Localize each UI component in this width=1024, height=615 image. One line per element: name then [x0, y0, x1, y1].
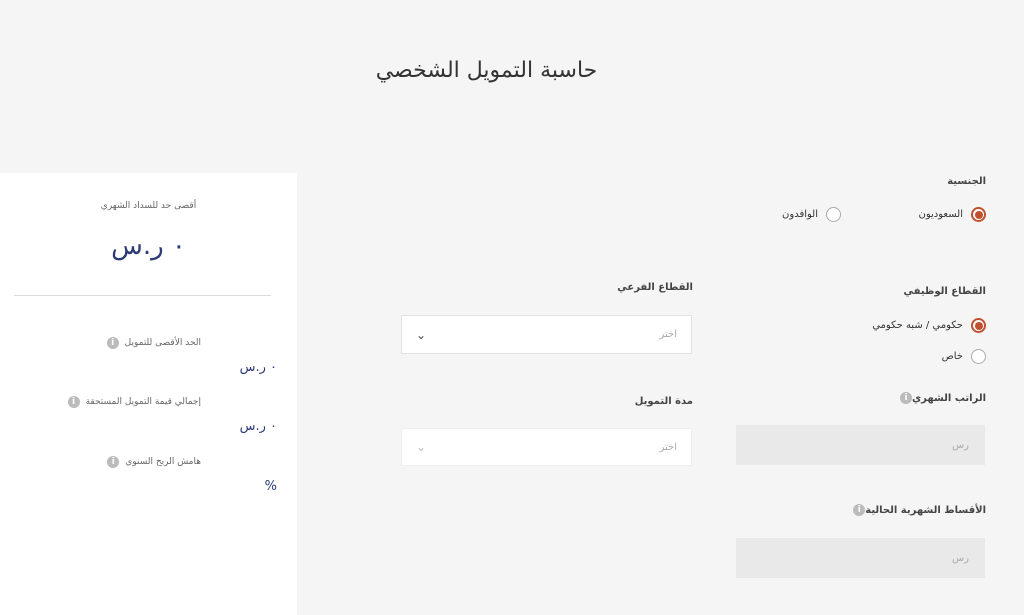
radio-private[interactable]: خاص	[942, 349, 986, 364]
sub-sector-placeholder: اختر	[659, 329, 678, 340]
info-icon[interactable]: i	[106, 337, 119, 349]
sub-sector-select[interactable]: اختر ⌄	[401, 315, 692, 354]
max-finance-label: الحد الأقصى للتمويل	[124, 338, 201, 348]
radio-expats[interactable]: الوافدون	[782, 207, 841, 222]
sub-sector-label: القطاع الفرعي	[617, 282, 693, 293]
radio-government-label: حكومي / شبه حكومي	[872, 320, 963, 331]
radio-saudi-indicator[interactable]	[971, 207, 986, 222]
salary-input[interactable]	[736, 425, 985, 465]
radio-government[interactable]: حكومي / شبه حكومي	[872, 318, 986, 333]
info-icon[interactable]: i	[107, 456, 120, 468]
finance-period-select[interactable]: اختر ⌄	[401, 428, 692, 466]
max-payment-value: ٠ ر.س	[111, 231, 186, 261]
radio-private-label: خاص	[941, 351, 963, 362]
total-due-label: إجمالي قيمة التمويل المستحقة	[85, 397, 201, 407]
total-due-label-row: إجمالي قيمة التمويل المستحقة i	[67, 396, 201, 408]
results-panel: أقصى حد للسداد الشهري ٠ ر.س الحد الأقصى …	[0, 173, 297, 615]
total-due-value: ٠ ر.س	[239, 419, 277, 434]
annual-margin-label-row: هامش الربح السنوي i	[107, 456, 201, 468]
chevron-down-icon: ⌄	[416, 440, 427, 454]
finance-period-label: مدة التمويل	[634, 396, 693, 407]
installments-input[interactable]	[736, 538, 985, 578]
max-finance-value: ٠ ر.س	[239, 360, 277, 375]
nationality-label: الجنسية	[947, 176, 986, 187]
salary-label-row: الراتب الشهري i	[894, 392, 986, 404]
max-payment-label: أقصى حد للسداد الشهري	[100, 201, 197, 211]
radio-expats-indicator[interactable]	[826, 207, 841, 222]
radio-expats-label: الوافدون	[782, 209, 818, 220]
page-title: حاسبة التمويل الشخصي	[375, 58, 598, 83]
installments-label: الأقساط الشهرية الحالية	[865, 504, 986, 516]
results-divider	[14, 295, 271, 296]
info-icon[interactable]: i	[853, 504, 866, 516]
info-icon[interactable]: i	[67, 396, 80, 408]
info-icon[interactable]: i	[900, 392, 912, 404]
sector-label: القطاع الوظيفي	[903, 286, 986, 297]
salary-label: الراتب الشهري	[912, 392, 986, 404]
radio-saudi[interactable]: السعوديون	[919, 207, 986, 222]
annual-margin-label: هامش الربح السنوي	[125, 457, 201, 467]
installments-label-row: الأقساط الشهرية الحالية i	[847, 504, 986, 516]
finance-period-placeholder: اختر	[659, 441, 678, 453]
annual-margin-value: %	[264, 479, 277, 494]
max-finance-label-row: الحد الأقصى للتمويل i	[106, 337, 201, 349]
chevron-down-icon: ⌄	[416, 327, 427, 342]
radio-private-indicator[interactable]	[971, 349, 986, 364]
radio-saudi-label: السعوديون	[918, 209, 963, 220]
radio-government-indicator[interactable]	[971, 318, 986, 333]
